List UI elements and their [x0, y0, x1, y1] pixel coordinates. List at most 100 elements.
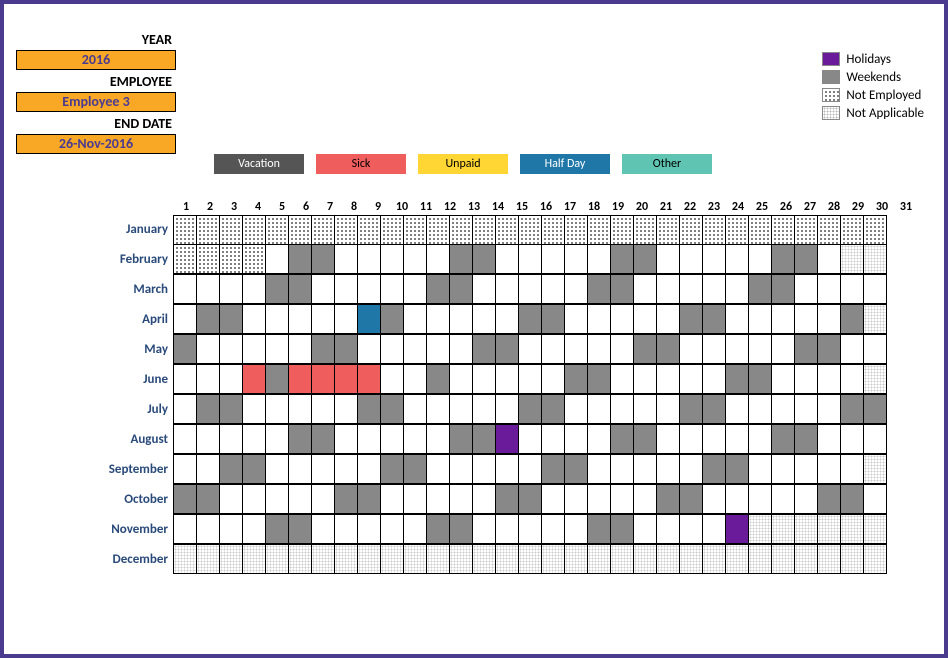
- calendar-cell[interactable]: [748, 364, 772, 394]
- calendar-cell[interactable]: [679, 514, 703, 544]
- calendar-cell[interactable]: [794, 364, 818, 394]
- calendar-cell[interactable]: [242, 394, 266, 424]
- calendar-cell[interactable]: [380, 394, 404, 424]
- calendar-cell[interactable]: [863, 244, 887, 274]
- calendar-cell[interactable]: [449, 274, 473, 304]
- calendar-cell[interactable]: [380, 334, 404, 364]
- calendar-cell[interactable]: [817, 274, 841, 304]
- calendar-cell[interactable]: [380, 514, 404, 544]
- calendar-cell[interactable]: [426, 364, 450, 394]
- calendar-cell[interactable]: [518, 274, 542, 304]
- calendar-cell[interactable]: [587, 394, 611, 424]
- calendar-cell[interactable]: [265, 514, 289, 544]
- calendar-cell[interactable]: [771, 514, 795, 544]
- calendar-cell[interactable]: [449, 394, 473, 424]
- calendar-cell[interactable]: [794, 544, 818, 574]
- calendar-cell[interactable]: [449, 484, 473, 514]
- calendar-cell[interactable]: [541, 215, 565, 245]
- calendar-cell[interactable]: [610, 484, 634, 514]
- calendar-cell[interactable]: [472, 274, 496, 304]
- calendar-cell[interactable]: [472, 244, 496, 274]
- calendar-cell[interactable]: [334, 304, 358, 334]
- calendar-cell[interactable]: [449, 364, 473, 394]
- calendar-cell[interactable]: [541, 544, 565, 574]
- calendar-cell[interactable]: [610, 364, 634, 394]
- calendar-cell[interactable]: [564, 215, 588, 245]
- calendar-cell[interactable]: [702, 484, 726, 514]
- calendar-cell[interactable]: [242, 514, 266, 544]
- calendar-cell[interactable]: [564, 424, 588, 454]
- calendar-cell[interactable]: [357, 454, 381, 484]
- calendar-cell[interactable]: [334, 334, 358, 364]
- calendar-cell[interactable]: [265, 454, 289, 484]
- calendar-cell[interactable]: [288, 394, 312, 424]
- calendar-cell[interactable]: [679, 304, 703, 334]
- calendar-cell[interactable]: [288, 244, 312, 274]
- calendar-cell[interactable]: [541, 394, 565, 424]
- calendar-cell[interactable]: [633, 394, 657, 424]
- calendar-cell[interactable]: [288, 484, 312, 514]
- calendar-cell[interactable]: [219, 334, 243, 364]
- calendar-cell[interactable]: [380, 424, 404, 454]
- calendar-cell[interactable]: [840, 484, 864, 514]
- calendar-cell[interactable]: [794, 484, 818, 514]
- calendar-cell[interactable]: [495, 334, 519, 364]
- calendar-cell[interactable]: [265, 244, 289, 274]
- calendar-cell[interactable]: [748, 304, 772, 334]
- calendar-cell[interactable]: [288, 274, 312, 304]
- calendar-cell[interactable]: [587, 514, 611, 544]
- calendar-cell[interactable]: [518, 244, 542, 274]
- calendar-cell[interactable]: [449, 424, 473, 454]
- calendar-cell[interactable]: [403, 514, 427, 544]
- calendar-cell[interactable]: [840, 304, 864, 334]
- calendar-cell[interactable]: [196, 364, 220, 394]
- calendar-cell[interactable]: [495, 424, 519, 454]
- calendar-cell[interactable]: [495, 364, 519, 394]
- calendar-cell[interactable]: [587, 484, 611, 514]
- calendar-cell[interactable]: [840, 215, 864, 245]
- calendar-cell[interactable]: [265, 394, 289, 424]
- calendar-cell[interactable]: [840, 334, 864, 364]
- calendar-cell[interactable]: [219, 274, 243, 304]
- calendar-cell[interactable]: [771, 215, 795, 245]
- calendar-cell[interactable]: [196, 244, 220, 274]
- calendar-cell[interactable]: [380, 304, 404, 334]
- calendar-cell[interactable]: [541, 274, 565, 304]
- calendar-cell[interactable]: [403, 484, 427, 514]
- calendar-cell[interactable]: [587, 454, 611, 484]
- calendar-cell[interactable]: [564, 364, 588, 394]
- calendar-cell[interactable]: [311, 304, 335, 334]
- calendar-cell[interactable]: [449, 244, 473, 274]
- calendar-cell[interactable]: [679, 544, 703, 574]
- calendar-cell[interactable]: [725, 334, 749, 364]
- calendar-cell[interactable]: [633, 364, 657, 394]
- calendar-cell[interactable]: [771, 484, 795, 514]
- calendar-cell[interactable]: [173, 274, 197, 304]
- calendar-cell[interactable]: [587, 364, 611, 394]
- calendar-cell[interactable]: [679, 244, 703, 274]
- calendar-cell[interactable]: [242, 424, 266, 454]
- calendar-cell[interactable]: [265, 424, 289, 454]
- calendar-cell[interactable]: [472, 334, 496, 364]
- calendar-cell[interactable]: [587, 304, 611, 334]
- calendar-cell[interactable]: [288, 514, 312, 544]
- calendar-cell[interactable]: [840, 454, 864, 484]
- calendar-cell[interactable]: [403, 424, 427, 454]
- calendar-cell[interactable]: [380, 484, 404, 514]
- calendar-cell[interactable]: [196, 424, 220, 454]
- calendar-cell[interactable]: [679, 454, 703, 484]
- calendar-cell[interactable]: [656, 424, 680, 454]
- calendar-cell[interactable]: [426, 215, 450, 245]
- calendar-cell[interactable]: [219, 514, 243, 544]
- calendar-cell[interactable]: [863, 424, 887, 454]
- calendar-cell[interactable]: [196, 394, 220, 424]
- calendar-cell[interactable]: [564, 514, 588, 544]
- calendar-cell[interactable]: [334, 244, 358, 274]
- calendar-cell[interactable]: [472, 394, 496, 424]
- calendar-cell[interactable]: [196, 304, 220, 334]
- calendar-cell[interactable]: [196, 215, 220, 245]
- calendar-cell[interactable]: [564, 334, 588, 364]
- calendar-cell[interactable]: [173, 394, 197, 424]
- calendar-cell[interactable]: [242, 334, 266, 364]
- calendar-cell[interactable]: [702, 364, 726, 394]
